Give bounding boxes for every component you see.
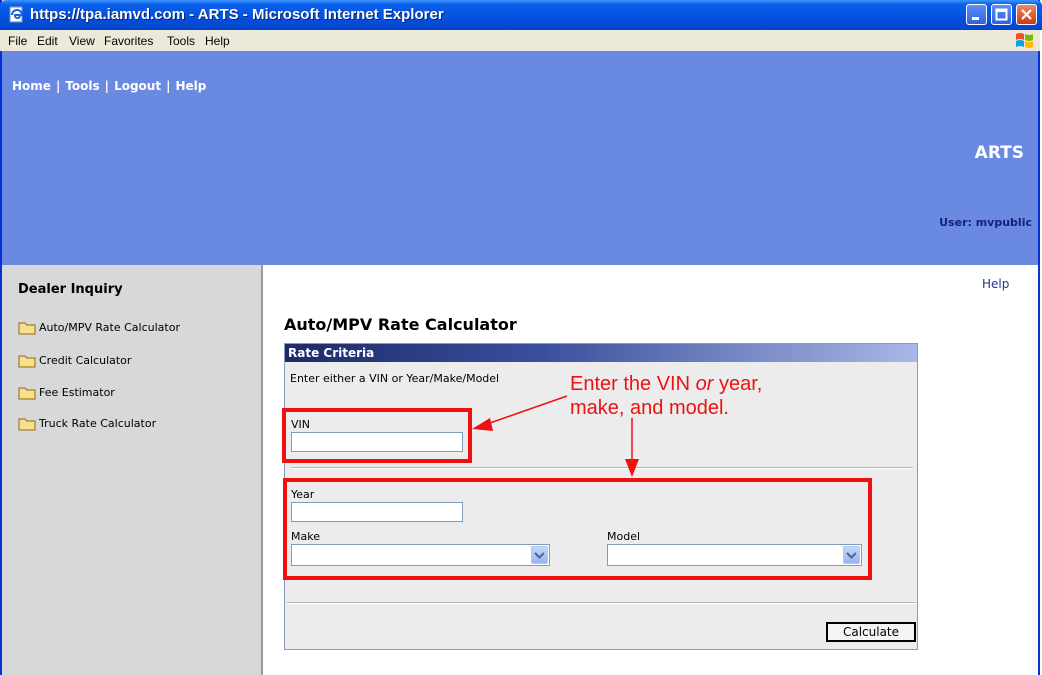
- menu-file[interactable]: File: [8, 34, 27, 48]
- sidebar-item-fee-estimator[interactable]: Fee Estimator: [18, 385, 115, 405]
- annotation-callout: Enter the VIN or year, make, and model.: [570, 372, 762, 420]
- maximize-icon: [995, 8, 1008, 21]
- instructions-text: Enter either a VIN or Year/Make/Model: [290, 372, 500, 385]
- app-name: ARTS: [974, 143, 1024, 163]
- menu-help[interactable]: Help: [205, 34, 230, 48]
- sidebar-item-truck-rate-calculator[interactable]: Truck Rate Calculator: [18, 416, 156, 436]
- folder-icon: [18, 418, 36, 430]
- menu-edit[interactable]: Edit: [37, 34, 58, 48]
- close-icon: [1021, 9, 1032, 20]
- windows-logo-icon: [1016, 33, 1033, 48]
- window-title: https://tpa.iamvd.com - ARTS - Microsoft…: [30, 6, 444, 23]
- nav-help[interactable]: Help: [175, 79, 206, 93]
- ie-page-icon: [9, 6, 24, 23]
- menu-view[interactable]: View: [69, 34, 95, 48]
- title-bar[interactable]: https://tpa.iamvd.com - ARTS - Microsoft…: [0, 0, 1042, 30]
- sidebar-title: Dealer Inquiry: [18, 282, 123, 297]
- vin-highlight-box: [282, 408, 472, 463]
- annotation-text-2: make, and model.: [570, 397, 729, 419]
- folder-icon: [18, 322, 36, 334]
- sidebar-item-label: Fee Estimator: [39, 386, 115, 399]
- minimize-button[interactable]: [966, 4, 987, 25]
- divider: [291, 467, 913, 469]
- sidebar-item-label: Credit Calculator: [39, 354, 132, 367]
- folder-icon: [18, 355, 36, 367]
- panel-title: Rate Criteria: [285, 344, 917, 362]
- year-make-model-highlight-box: [283, 478, 872, 580]
- sidebar-item-label: Truck Rate Calculator: [39, 417, 157, 430]
- menu-favorites[interactable]: Favorites: [104, 34, 153, 48]
- sidebar-item-credit-calculator[interactable]: Credit Calculator: [18, 353, 131, 373]
- sidebar: Dealer Inquiry Auto/MPV Rate Calculator …: [2, 265, 263, 675]
- folder-icon: [18, 387, 36, 399]
- minimize-icon: [972, 17, 979, 20]
- calculate-button[interactable]: Calculate: [826, 622, 916, 642]
- annotation-text-1b: year,: [713, 373, 763, 395]
- header-banner: Home | Tools | Logout | Help ARTS User: mvpubl…: [2, 51, 1038, 265]
- top-nav: Home | Tools | Logout | Help: [12, 79, 207, 93]
- user-label: User: mvpublic: [939, 216, 1032, 229]
- close-button[interactable]: [1016, 4, 1037, 25]
- sidebar-item-auto-mpv-rate-calculator[interactable]: Auto/MPV Rate Calculator: [18, 320, 180, 340]
- nav-logout[interactable]: Logout: [114, 79, 161, 93]
- annotation-text-1-em: or: [695, 373, 714, 395]
- page-title: Auto/MPV Rate Calculator: [284, 315, 517, 334]
- menu-tools[interactable]: Tools: [167, 34, 195, 48]
- menu-bar: File Edit View Favorites Tools Help: [0, 30, 1040, 51]
- help-link[interactable]: Help: [982, 277, 1009, 291]
- sidebar-item-label: Auto/MPV Rate Calculator: [39, 321, 180, 334]
- nav-tools[interactable]: Tools: [65, 79, 99, 93]
- annotation-text-1a: Enter the VIN: [570, 373, 696, 395]
- maximize-button[interactable]: [991, 4, 1012, 25]
- nav-home[interactable]: Home: [12, 79, 51, 93]
- divider: [287, 602, 916, 604]
